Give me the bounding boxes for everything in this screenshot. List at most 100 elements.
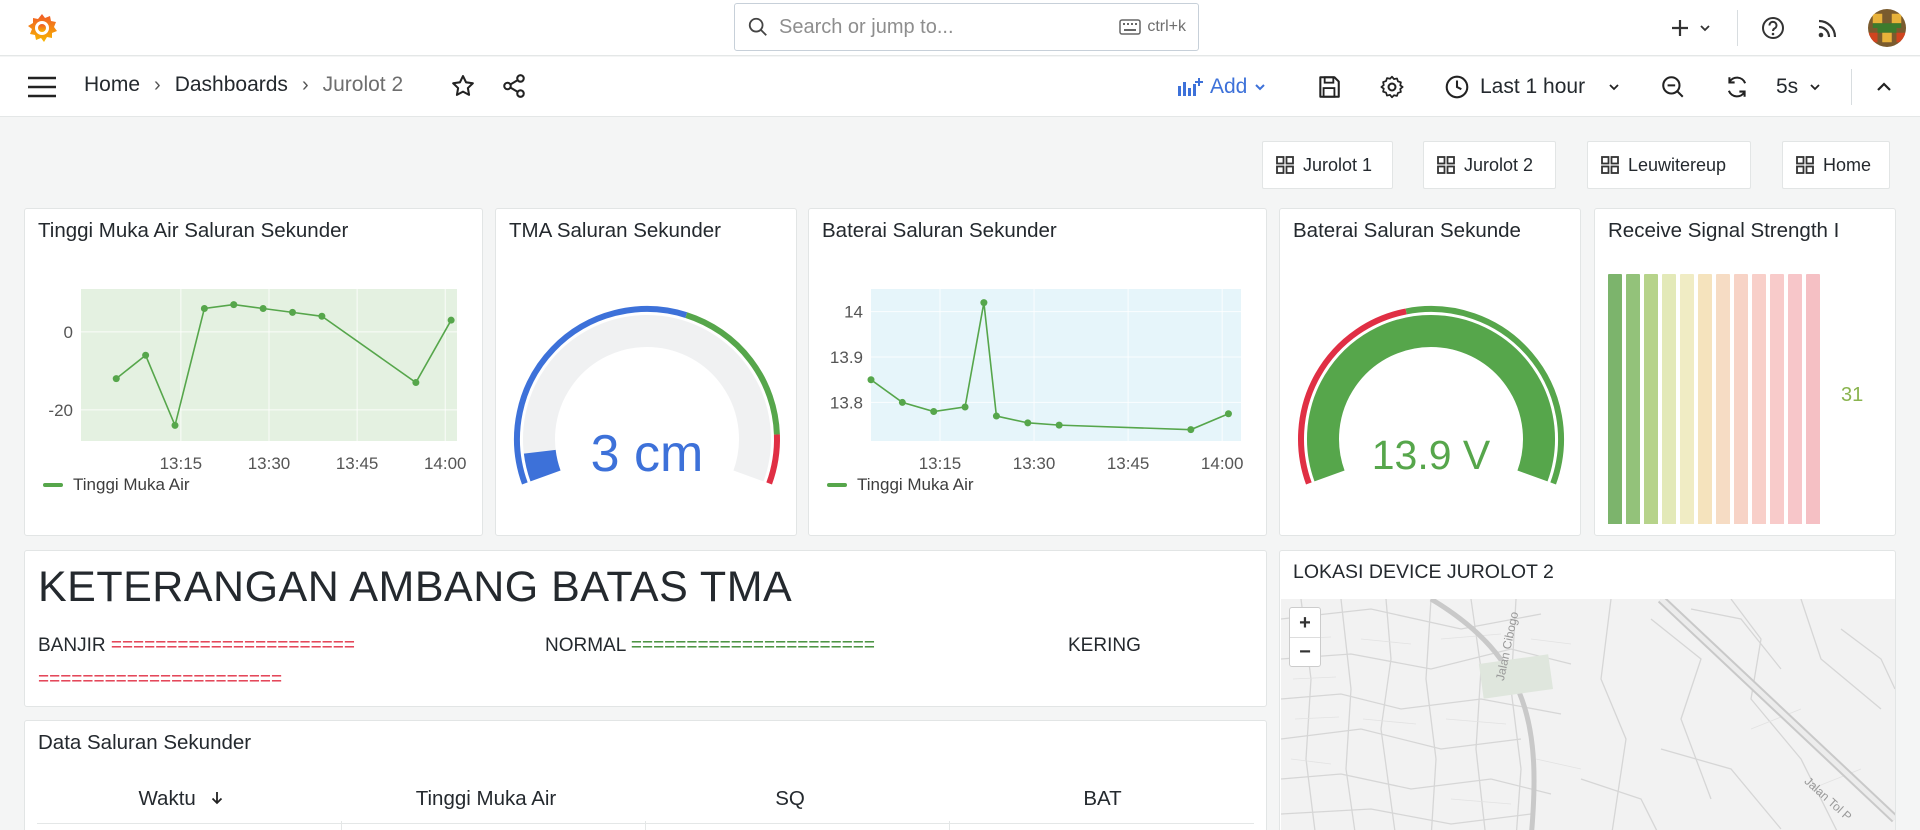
dashboard-link-label: Jurolot 2: [1464, 154, 1534, 175]
chevron-down-icon: [1700, 25, 1710, 32]
threshold-red-bar-2: ======================: [38, 669, 283, 690]
dashboard-grid-icon: [1796, 156, 1814, 174]
breadcrumb-home[interactable]: Home: [84, 73, 140, 97]
new-button[interactable]: [1668, 12, 1712, 44]
data-point: [289, 308, 296, 316]
user-avatar[interactable]: [1868, 9, 1906, 47]
column-divider: [645, 821, 646, 830]
bar-gauge-cell: [1752, 274, 1766, 524]
panel-title: Receive Signal Strength I: [1608, 219, 1840, 242]
dashboard-link-leuwitereup[interactable]: Leuwitereup: [1587, 141, 1751, 189]
search-icon: [748, 17, 767, 36]
column-header-label: Waktu: [138, 787, 196, 810]
data-point: [1187, 426, 1195, 434]
add-button[interactable]: Add: [1176, 71, 1267, 103]
panel-data-table[interactable]: Data Saluran Sekunder Waktu Tinggi Muka …: [24, 720, 1267, 830]
search-input[interactable]: Search or jump to...: [779, 16, 1119, 39]
threshold-normal-label: NORMAL: [545, 635, 626, 656]
dashboard-link-jurolot-1[interactable]: Jurolot 1: [1262, 141, 1393, 189]
data-point: [447, 316, 455, 324]
search-box[interactable]: Search or jump to... ctrl+k: [734, 3, 1199, 51]
grafana-logo-icon[interactable]: [24, 10, 60, 46]
data-point: [142, 351, 150, 359]
map-zoom-in-button[interactable]: +: [1290, 608, 1320, 638]
settings-gear-icon[interactable]: [1379, 74, 1405, 105]
refresh-icon[interactable]: [1724, 74, 1750, 105]
bar-gauge-cell: [1662, 274, 1676, 524]
chevron-right-icon: ›: [154, 73, 161, 96]
panel-title: Data Saluran Sekunder: [38, 731, 252, 754]
dashboard-link-jurolot-2[interactable]: Jurolot 2: [1423, 141, 1556, 189]
dashboard-grid-icon: [1276, 156, 1294, 174]
breadcrumb-dashboards[interactable]: Dashboards: [175, 73, 288, 97]
zoom-out-icon[interactable]: [1660, 74, 1686, 105]
panel-device-map[interactable]: LOKASI DEVICE JUROLOT 2 Jalan Cibogo Jal…: [1279, 550, 1896, 830]
top-bar: Search or jump to... ctrl+k: [0, 0, 1920, 56]
panel-signal-strength[interactable]: Receive Signal Strength I 31: [1594, 208, 1896, 536]
dashboard-link-label: Jurolot 1: [1303, 154, 1373, 175]
panel-title: LOKASI DEVICE JUROLOT 2: [1293, 561, 1554, 583]
data-point: [1224, 410, 1232, 418]
column-header-sq[interactable]: SQ: [645, 787, 935, 811]
breadcrumb-current: Jurolot 2: [322, 73, 404, 96]
panel-battery-gauge[interactable]: Baterai Saluran Sekunde 13.9 V: [1279, 208, 1581, 536]
star-icon[interactable]: [450, 73, 476, 104]
data-point: [1055, 421, 1063, 429]
clock-icon: [1445, 75, 1469, 99]
tma-gauge: [514, 306, 780, 485]
data-point: [112, 375, 120, 383]
threshold-normal: NORMAL ======================: [545, 635, 875, 657]
column-header-bat[interactable]: BAT: [949, 787, 1256, 811]
x-tick-label: 13:30: [1013, 454, 1056, 473]
divider: [1851, 69, 1852, 105]
chevron-up-icon[interactable]: [1872, 75, 1896, 104]
data-point: [992, 412, 1000, 420]
threshold-banjir: BANJIR ======================: [38, 635, 355, 657]
panel-battery-timeseries[interactable]: Baterai Saluran Sekunder 13:15 13:30 13:45…: [808, 208, 1267, 536]
chevron-right-icon: ›: [301, 73, 309, 96]
news-feed-icon[interactable]: [1814, 14, 1842, 47]
map-canvas[interactable]: Jalan Cibogo Jalan Tol P + −: [1281, 599, 1895, 830]
bar-gauge-cell: [1608, 274, 1622, 524]
chevron-down-icon: [1255, 84, 1266, 91]
bar-gauge-cell: [1644, 274, 1658, 524]
help-icon[interactable]: [1759, 14, 1787, 47]
panel-tma-gauge[interactable]: TMA Saluran Sekunder 3 cm: [495, 208, 797, 536]
dashboard-grid-icon: [1437, 156, 1455, 174]
x-tick-label: 14:00: [424, 454, 467, 473]
chart-legend[interactable]: Tinggi Muka Air: [827, 475, 974, 495]
data-point: [961, 403, 969, 411]
panel-title: Baterai Saluran Sekunder: [822, 219, 1057, 242]
map-zoom-out-button[interactable]: −: [1290, 638, 1320, 667]
share-icon[interactable]: [501, 73, 527, 104]
column-header-tinggi-muka-air[interactable]: Tinggi Muka Air: [341, 787, 631, 811]
time-range-picker[interactable]: Last 1 hour: [1444, 71, 1621, 103]
x-tick-label: 13:45: [1107, 454, 1150, 473]
x-tick-label: 13:15: [919, 454, 962, 473]
panel-threshold-info: KETERANGAN AMBANG BATAS TMA BANJIR =====…: [24, 550, 1267, 707]
data-point: [930, 408, 938, 416]
data-point: [230, 301, 238, 309]
refresh-interval-picker[interactable]: 5s: [1776, 71, 1822, 103]
refresh-interval-label: 5s: [1776, 75, 1799, 98]
dashboard-link-home[interactable]: Home: [1782, 141, 1890, 189]
chart-legend[interactable]: Tinggi Muka Air: [43, 475, 190, 495]
data-point: [200, 304, 208, 312]
hamburger-menu-icon[interactable]: [26, 75, 58, 104]
data-point: [867, 376, 875, 384]
plus-icon: [1672, 20, 1688, 36]
column-header-waktu[interactable]: Waktu: [37, 787, 327, 811]
panel-tma-timeseries[interactable]: Tinggi Muka Air Saluran Sekunder 13:15 13…: [24, 208, 483, 536]
threshold-heading: KETERANGAN AMBANG BATAS TMA: [38, 563, 793, 611]
panel-title: Tinggi Muka Air Saluran Sekunder: [38, 219, 349, 242]
save-icon[interactable]: [1316, 74, 1342, 105]
divider: [1737, 10, 1738, 46]
bar-gauge-cell: [1788, 274, 1802, 524]
add-panel-icon: [1178, 78, 1203, 96]
y-tick-label: 14: [844, 303, 863, 322]
panel-title: Baterai Saluran Sekunde: [1293, 219, 1521, 242]
threshold-kering: KERING: [1068, 635, 1141, 657]
bar-gauge-cell: [1770, 274, 1784, 524]
dashboard-nav-bar: Home › Dashboards › Jurolot 2 Add Last 1…: [0, 57, 1920, 117]
data-point: [898, 398, 906, 406]
